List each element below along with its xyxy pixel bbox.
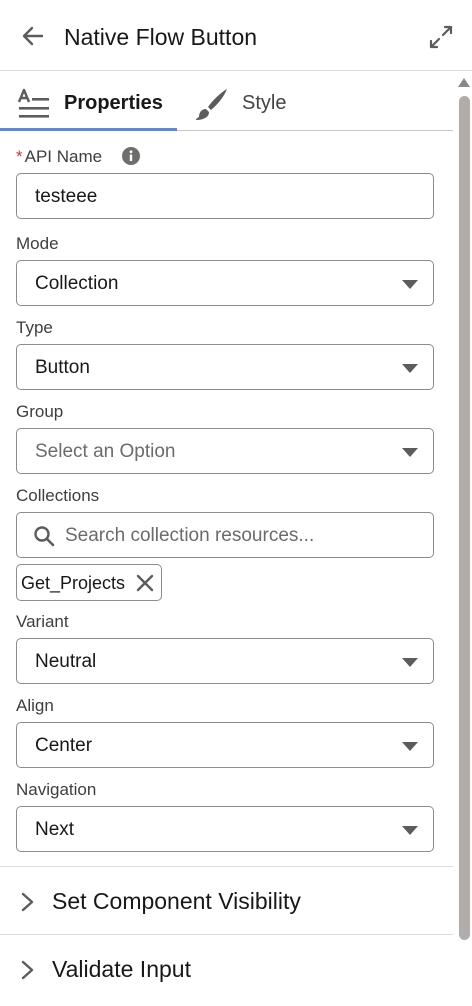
align-label: Align <box>16 696 54 715</box>
scroll-up-arrow-icon[interactable] <box>457 76 471 88</box>
selected-collection-label: Get_Projects <box>21 573 126 593</box>
info-icon[interactable] <box>121 146 141 166</box>
type-select[interactable]: Button <box>16 344 434 390</box>
api-name-input[interactable]: testeee <box>16 173 434 219</box>
variant-value: Neutral <box>35 651 97 672</box>
navigation-select[interactable]: Next <box>16 806 434 852</box>
tab-bar: Properties Style <box>0 72 453 131</box>
api-name-value: testeee <box>35 186 98 207</box>
tab-properties-label: Properties <box>64 92 163 114</box>
align-value: Center <box>35 735 93 756</box>
expand-icon <box>429 25 453 49</box>
panel-header: Native Flow Button <box>0 0 472 71</box>
close-icon[interactable] <box>135 573 155 593</box>
text-lines-icon <box>17 88 49 118</box>
caret-down-icon <box>402 826 418 835</box>
scrollbar-thumb[interactable] <box>459 96 470 940</box>
caret-down-icon <box>402 742 418 751</box>
mode-select[interactable]: Collection <box>16 260 434 306</box>
group-placeholder: Select an Option <box>35 441 176 462</box>
tab-style-label: Style <box>242 92 287 114</box>
section-label: Set Component Visibility <box>52 888 301 914</box>
caret-down-icon <box>402 280 418 289</box>
section-label: Validate Input <box>52 956 191 982</box>
chevron-right-icon <box>21 960 34 980</box>
tab-style[interactable]: Style <box>190 72 300 130</box>
type-label: Type <box>16 318 53 337</box>
mode-label: Mode <box>16 234 59 253</box>
navigation-label: Navigation <box>16 780 97 799</box>
mode-value: Collection <box>35 273 119 294</box>
group-select[interactable]: Select an Option <box>16 428 434 474</box>
group-label: Group <box>16 402 64 421</box>
arrow-left-icon <box>22 26 44 46</box>
caret-down-icon <box>402 658 418 667</box>
panel-title: Native Flow Button <box>64 24 258 50</box>
paintbrush-icon <box>196 89 227 120</box>
type-value: Button <box>35 357 90 378</box>
caret-down-icon <box>402 448 418 457</box>
selected-collection-pill: Get_Projects <box>16 564 162 601</box>
navigation-value: Next <box>35 819 75 840</box>
chevron-right-icon <box>21 892 34 912</box>
variant-label: Variant <box>16 612 69 631</box>
api-name-label: * API Name <box>16 147 103 166</box>
expand-button[interactable] <box>426 22 456 52</box>
caret-down-icon <box>402 364 418 373</box>
collections-search-input[interactable]: Search collection resources... <box>16 512 434 558</box>
section-validate-input[interactable]: Validate Input <box>0 934 453 1003</box>
collections-search-placeholder: Search collection resources... <box>65 525 315 546</box>
variant-select[interactable]: Neutral <box>16 638 434 684</box>
search-icon <box>34 526 55 547</box>
section-set-component-visibility[interactable]: Set Component Visibility <box>0 866 453 935</box>
required-mark: * <box>16 147 23 166</box>
tab-properties[interactable]: Properties <box>0 72 177 131</box>
collections-label: Collections <box>16 486 100 505</box>
back-button[interactable] <box>18 20 50 52</box>
align-select[interactable]: Center <box>16 722 434 768</box>
